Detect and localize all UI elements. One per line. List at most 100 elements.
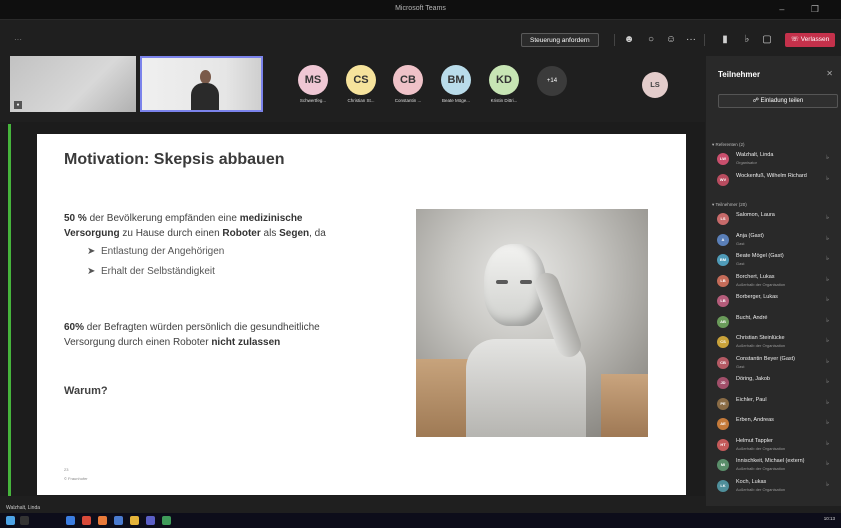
participant-list-item[interactable]: WV Wockenfuß, Wilhelm Richard ♭ [714,171,839,191]
participant-role: Gast [736,363,745,369]
window-title: Microsoft Teams [395,5,446,12]
participant-name: Anja (Gast) [736,232,764,239]
participant-role: Außerhalb der Organisation [736,466,786,471]
avatar-name: Schwertfeg... [299,98,327,103]
microphone-muted-icon: ♭ [826,440,829,447]
participant-list-item[interactable]: CB Constantin Beyer (Gast) Gast ♭ [714,354,839,374]
leave-button[interactable]: ☏ Verlassen [785,33,835,47]
video-tile-blurred[interactable]: ● [10,56,136,112]
windows-start-icon[interactable] [6,516,15,525]
avatar: A [717,233,729,246]
cardboard-box [601,374,648,437]
request-control-button[interactable]: Steuerung anfordern [521,33,599,47]
more-options-icon[interactable]: ··· [684,33,698,47]
participant-list-item[interactable]: LB Borchert, Lukas Außerhalb der Organisat… [714,272,839,292]
participant-list-item[interactable]: CS Christian Steinlücke Außerhalb der Orga… [714,333,839,353]
participant-list-item[interactable]: AE Erben, Andreas ♭ [714,415,839,435]
participant-name: Döring, Jakob [736,376,770,382]
avatar: HT [717,438,729,451]
slide-footer: © Fraunhofer [64,476,88,481]
edge-icon[interactable] [66,516,75,525]
arrow-bullet-icon: ➤ [87,266,101,277]
divider [704,34,705,46]
search-icon[interactable] [20,516,29,525]
close-icon[interactable]: ✕ [826,69,833,78]
chat-icon[interactable]: ○ [644,33,658,47]
slide-bullet: ➤ Entlastung der Angehörigen [87,246,225,257]
avatar: CS [717,336,729,348]
outlook-icon[interactable] [114,516,123,525]
self-avatar[interactable]: LS [642,72,668,98]
share-icon: ☍ [752,98,761,104]
participant-list-item[interactable]: AB Bucht, André ♭ [714,313,839,333]
avatar: LW [717,153,729,165]
active-speaker-indicator [8,124,11,496]
participant-list-item[interactable]: A Anja (Gast) Gast ♭ [714,231,839,251]
participants-icon[interactable]: ☻ [622,33,636,47]
participant-list-item[interactable]: LW Walzhalt, Linda Organisator ♭ [714,150,839,170]
microphone-muted-icon: ♭ [826,461,829,467]
avatar[interactable]: KD [489,65,519,95]
attendees-section-label[interactable]: ▾ Teilnehmer (20) [712,202,747,208]
excel-icon[interactable] [162,516,171,525]
participant-list-item[interactable]: BM Beate Mögel (Gast) Gast ♭ [714,251,839,271]
microphone-muted-icon: ♭ [826,256,829,262]
avatar[interactable]: MS [298,65,328,95]
video-tile-presenter[interactable] [140,56,263,112]
avatar: AE [717,418,729,430]
participant-list-item[interactable]: LB Borberger, Lukas ♭ [714,292,839,312]
ellipsis-icon[interactable]: ··· [14,35,22,44]
participant-role: Außerhalb der Organisation [736,486,786,492]
window-controls[interactable]: – ❐ [779,4,831,15]
avatar[interactable]: BM [441,65,471,95]
avatar: WV [717,173,729,186]
avatar-name: Beate Möge... [441,98,471,103]
share-invite-button[interactable]: ☍ Einladung teilen [718,94,838,108]
avatar: AB [717,315,729,328]
share-screen-icon[interactable]: ▢ [760,33,774,47]
avatar[interactable]: CB [393,65,423,95]
reactions-icon[interactable]: ☺ [664,33,678,47]
participant-role: Außerhalb der Organisation [736,445,786,451]
robot-eye [520,280,532,284]
avatar: JD [717,377,729,389]
participant-name: Bucht, André [736,314,768,321]
slide-page-number: 23 [64,467,69,472]
slide-question: Warum? [64,385,108,397]
more-participants-badge[interactable]: +14 [537,66,567,96]
avatar: LS [717,213,729,225]
microphone-icon[interactable]: ♭ [740,33,754,47]
status-name: Walzhalt, Linda [6,505,40,511]
participant-list-item[interactable]: HT Helmut Tappler Außerhalb der Organisati… [714,436,839,456]
participant-name: Christian Steinlücke [736,335,785,341]
microphone-muted-icon: ♭ [826,420,829,426]
microphone-muted-icon: ♭ [826,338,829,344]
participant-list-item[interactable]: PE Eichler, Paul ♭ [714,395,839,415]
presenters-section-label[interactable]: ▾ Referenten (2) [712,142,745,148]
microphone-muted-icon: ♭ [826,297,829,303]
microphone-muted-icon: ♭ [826,399,829,406]
teams-icon[interactable] [146,516,155,525]
participant-list-item[interactable]: LS Salomon, Laura ♭ [714,210,839,230]
microphone-muted-icon: ♭ [826,276,829,283]
participant-name: Salomon, Laura [736,212,775,218]
avatar[interactable]: CS [346,65,376,95]
camera-icon[interactable]: ▮ [718,33,732,47]
participant-role: Gast [736,261,745,266]
avatar-name: Christian St... [347,98,375,103]
firefox-icon[interactable] [98,516,107,525]
participant-role: Organisator [736,160,757,165]
participant-name: Erben, Andreas [736,417,774,423]
participant-list-item[interactable]: MI Innischkeit, Michael (extern) Außerhalb… [714,456,839,476]
participant-list-item[interactable]: LK Koch, Lukas Außerhalb der Organisation ♭ [714,477,839,497]
meeting-toolbar: ··· Steuerung anfordern ☻ ○ ☺ ··· ▮ ♭ ▢ … [0,24,841,54]
participant-list-item[interactable]: JD Döring, Jakob ♭ [714,374,839,394]
avatar-name: Constantin ... [394,98,422,103]
title-bar: Microsoft Teams – ❐ [0,0,841,20]
presentation-slide: Motivation: Skepsis abbauen 50 % der Bev… [37,134,686,495]
chrome-icon[interactable] [82,516,91,525]
avatar: LB [717,295,729,307]
participant-role: Außerhalb der Organisation [736,343,786,348]
participant-name: Eichler, Paul [736,396,767,403]
folder-icon[interactable] [130,516,139,525]
